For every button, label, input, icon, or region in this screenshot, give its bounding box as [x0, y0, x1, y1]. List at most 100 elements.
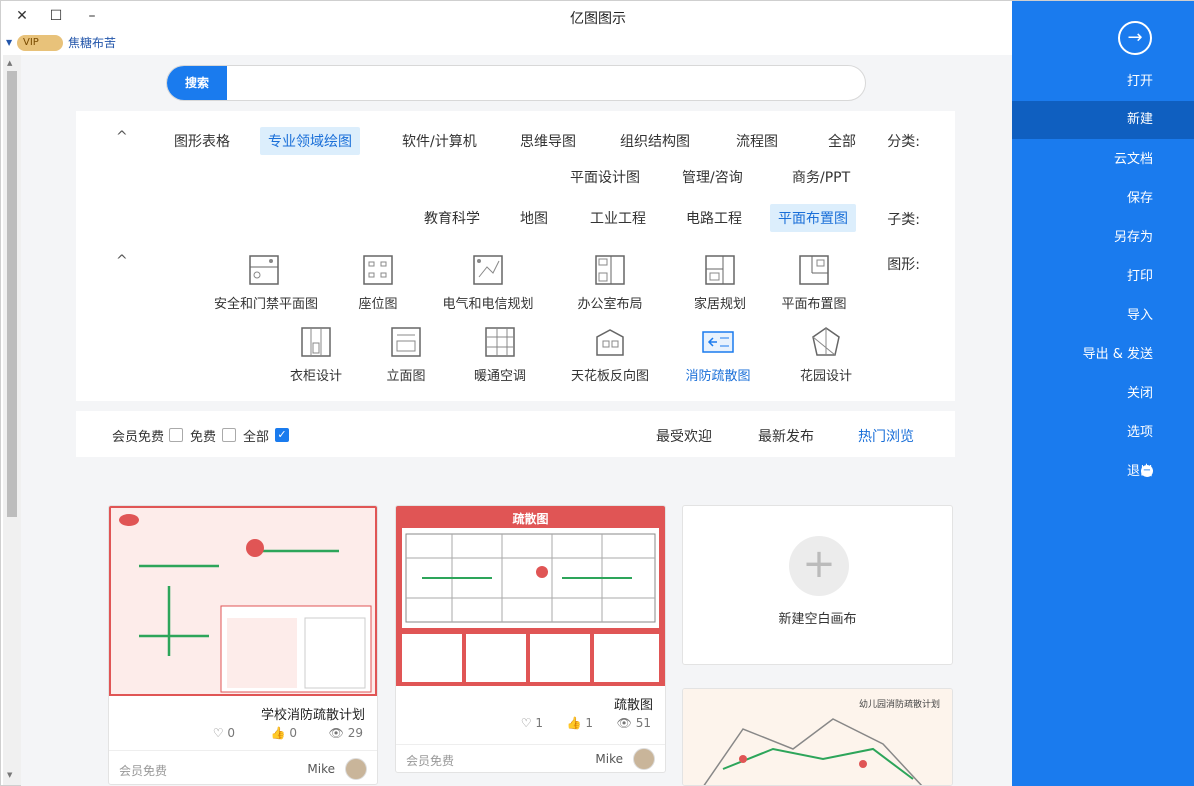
- menu-close[interactable]: 关闭: [1012, 375, 1194, 413]
- category-graphic-design[interactable]: 平面设计图: [562, 163, 648, 191]
- security-plan-icon: [249, 255, 279, 285]
- template-security[interactable]: 安全和门禁平面图: [214, 253, 318, 312]
- hvac-icon: [485, 327, 515, 357]
- template-floorplan[interactable]: 平面布置图: [764, 253, 864, 312]
- category-software[interactable]: 软件/计算机: [394, 127, 485, 155]
- garden-icon: [812, 327, 840, 356]
- menu-print[interactable]: 打印: [1012, 258, 1194, 296]
- template-hvac[interactable]: 暖通空调: [450, 325, 550, 384]
- card-divider: [109, 750, 377, 751]
- template-seating[interactable]: 座位图: [328, 253, 428, 312]
- template-fire-evacuation[interactable]: 消防疏散图: [668, 325, 768, 384]
- user-dropdown-icon[interactable]: ▼: [6, 38, 12, 47]
- sort-popular[interactable]: 最受欢迎: [656, 426, 712, 446]
- category-tables[interactable]: 图形表格: [166, 127, 238, 155]
- menu-cloud-docs[interactable]: 云文档: [1012, 141, 1194, 179]
- filter-all-checkbox[interactable]: ✓: [275, 428, 289, 442]
- menu-exit[interactable]: 退出: [1012, 453, 1194, 491]
- favorite-count-value: 1: [535, 716, 543, 730]
- template-ceiling[interactable]: 天花板反向图: [560, 325, 660, 384]
- view-count-value: 51: [635, 716, 651, 730]
- thumbnail-header: 幼儿园消防疏散计划: [858, 700, 940, 710]
- category-label: 分类:: [887, 134, 920, 150]
- author-name[interactable]: Mike: [595, 752, 623, 766]
- menu-options[interactable]: 选项: [1012, 414, 1194, 452]
- close-icon[interactable]: ✕: [11, 6, 33, 26]
- subcategory-floorplan[interactable]: 平面布置图: [770, 204, 856, 232]
- filter-member-checkbox[interactable]: [169, 428, 183, 442]
- card-thumbnail: [109, 506, 377, 696]
- template-label: 花园设计: [799, 369, 852, 384]
- template-label: 平面布置图: [781, 297, 847, 312]
- view-count: 👁 29: [328, 726, 363, 740]
- scroll-up-icon[interactable]: ▲: [7, 59, 12, 67]
- filter-free-checkbox[interactable]: [222, 428, 236, 442]
- subcategory-industrial[interactable]: 工业工程: [582, 204, 654, 232]
- new-blank-canvas-card[interactable]: + 新建空白画布: [682, 505, 953, 665]
- view-count: 👁 51: [616, 716, 651, 730]
- category-mindmap[interactable]: 思维导图: [512, 127, 584, 155]
- collapse-category-icon[interactable]: ^: [116, 129, 128, 145]
- template-card[interactable]: 学校消防疏散计划 👁 29 👍 0 ♡ 0 Mike 会员免费: [108, 505, 378, 785]
- template-label: 天花板反向图: [570, 369, 649, 384]
- thumbnail-panel: [594, 634, 659, 682]
- menu-import[interactable]: 导入: [1012, 297, 1194, 335]
- favorite-count[interactable]: ♡ 0: [213, 726, 235, 740]
- category-management[interactable]: 管理/咨询: [674, 163, 751, 191]
- author-name[interactable]: Mike: [307, 762, 335, 776]
- category-professional[interactable]: 专业领域绘图: [260, 127, 360, 155]
- back-arrow-icon[interactable]: →: [1118, 21, 1152, 55]
- category-all[interactable]: 全部: [820, 127, 864, 155]
- card-thumbnail: 疏散图: [396, 506, 665, 686]
- search-input[interactable]: [229, 66, 859, 100]
- exit-icon: −: [1141, 465, 1153, 477]
- template-label: 消防疏散图: [685, 369, 751, 384]
- template-home-plan[interactable]: 家居规划: [670, 253, 770, 312]
- template-electrical[interactable]: 电气和电信规划: [438, 253, 538, 312]
- menu-open[interactable]: 打开: [1012, 63, 1194, 101]
- like-count-value: 1: [585, 716, 593, 730]
- new-canvas-label: 新建空白画布: [778, 612, 857, 627]
- filter-all-label: 全部: [243, 430, 270, 445]
- subcategory-map[interactable]: 地图: [512, 204, 556, 232]
- template-label: 办公室布局: [577, 297, 643, 312]
- search-button[interactable]: 搜索: [167, 66, 227, 100]
- like-count[interactable]: 👍 0: [271, 726, 297, 740]
- sort-hot[interactable]: 热门浏览: [858, 426, 914, 446]
- filter-panel: 分类: 全部 流程图 组织结构图 思维导图 软件/计算机 专业领域绘图 图形表格…: [76, 111, 955, 401]
- menu-save[interactable]: 保存: [1012, 180, 1194, 218]
- template-office-layout[interactable]: 办公室布局: [560, 253, 660, 312]
- template-garden[interactable]: 花园设计: [776, 325, 876, 384]
- template-label: 电气和电信规划: [442, 297, 534, 312]
- subcategory-circuit[interactable]: 电路工程: [678, 204, 750, 232]
- collapse-shape-icon[interactable]: ^: [116, 253, 128, 269]
- template-card[interactable]: 幼儿园消防疏散计划: [682, 688, 953, 786]
- electrical-plan-icon: [473, 255, 503, 285]
- avatar: [633, 748, 655, 770]
- vip-label: VIP: [23, 37, 39, 48]
- template-label: 家居规划: [693, 297, 746, 312]
- ceiling-icon: [596, 329, 624, 356]
- like-count[interactable]: 👍 1: [567, 716, 593, 730]
- category-business[interactable]: 商务/PPT: [784, 163, 858, 191]
- subcategory-education[interactable]: 教育科学: [416, 204, 488, 232]
- username[interactable]: 焦糖布苦: [68, 34, 116, 51]
- thumbnail-panel: [402, 634, 462, 682]
- scrollbar-thumb[interactable]: [7, 71, 17, 517]
- category-org-chart[interactable]: 组织结构图: [612, 127, 698, 155]
- card-title: 学校消防疏散计划: [260, 708, 365, 723]
- maximize-icon[interactable]: ☐: [45, 6, 67, 26]
- sort-newest[interactable]: 最新发布: [758, 426, 814, 446]
- price-badge: 会员免费: [119, 764, 168, 778]
- minimize-icon[interactable]: –: [81, 6, 103, 26]
- menu-export-send[interactable]: 导出 & 发送: [1012, 336, 1194, 374]
- category-flowchart[interactable]: 流程图: [728, 127, 786, 155]
- menu-save-as[interactable]: 另存为: [1012, 219, 1194, 257]
- scroll-down-icon[interactable]: ▼: [7, 771, 12, 779]
- favorite-count[interactable]: ♡ 1: [521, 716, 543, 730]
- card-title: 疏散图: [613, 698, 653, 713]
- menu-new[interactable]: 新建: [1012, 101, 1194, 139]
- template-elevation[interactable]: 立面图: [356, 325, 456, 384]
- template-card[interactable]: 疏散图 疏散图 👁 51 👍 1 ♡ 1 Mike 会员免费: [395, 505, 666, 773]
- template-wardrobe[interactable]: 衣柜设计: [266, 325, 366, 384]
